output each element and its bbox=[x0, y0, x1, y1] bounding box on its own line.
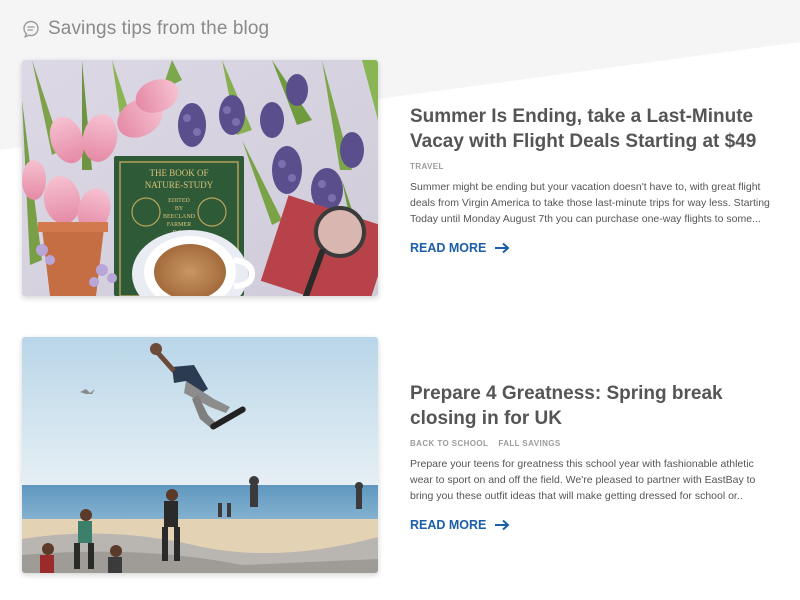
post-tag[interactable]: BACK TO SCHOOL bbox=[410, 439, 488, 448]
book-title-line2: NATURE-STUDY bbox=[145, 180, 214, 190]
blog-section: Savings tips from the blog THE BOOK OF N… bbox=[0, 0, 800, 600]
post-tag[interactable]: TRAVEL bbox=[410, 162, 444, 171]
book-subtitle-4: FARMER bbox=[167, 222, 191, 228]
book-subtitle-1: EDITED bbox=[168, 198, 190, 204]
read-more-label: READ MORE bbox=[410, 518, 487, 532]
post-excerpt: Summer might be ending but your vacation… bbox=[410, 181, 770, 225]
read-more-link[interactable]: READ MORE bbox=[410, 241, 510, 255]
section-title: Savings tips from the blog bbox=[48, 18, 270, 39]
post-excerpt: Prepare your teens for greatness this sc… bbox=[410, 458, 756, 502]
book-subtitle-2: BY bbox=[175, 206, 184, 212]
post-title[interactable]: Summer Is Ending, take a Last-Minute Vac… bbox=[410, 104, 772, 154]
post-tags: TRAVEL bbox=[410, 162, 772, 171]
read-more-link[interactable]: READ MORE bbox=[410, 518, 510, 532]
post-content: Summer Is Ending, take a Last-Minute Vac… bbox=[410, 104, 772, 257]
arrow-right-icon bbox=[494, 242, 510, 254]
post-tag[interactable]: FALL SAVINGS bbox=[498, 439, 560, 448]
speech-bubble-icon bbox=[22, 20, 40, 38]
post-thumbnail[interactable]: THE BOOK OF NATURE-STUDY EDITED BY BEECL… bbox=[22, 60, 378, 296]
arrow-right-icon bbox=[494, 519, 510, 531]
post-tags: BACK TO SCHOOL FALL SAVINGS bbox=[410, 439, 772, 448]
book-subtitle-3: BEECLAND bbox=[163, 214, 196, 220]
post-thumbnail[interactable] bbox=[22, 337, 378, 573]
post-title[interactable]: Prepare 4 Greatness: Spring break closin… bbox=[410, 381, 772, 431]
book-title-line1: THE BOOK OF bbox=[149, 168, 208, 178]
read-more-label: READ MORE bbox=[410, 241, 487, 255]
post-content: Prepare 4 Greatness: Spring break closin… bbox=[410, 381, 772, 534]
section-header: Savings tips from the blog bbox=[22, 18, 269, 40]
